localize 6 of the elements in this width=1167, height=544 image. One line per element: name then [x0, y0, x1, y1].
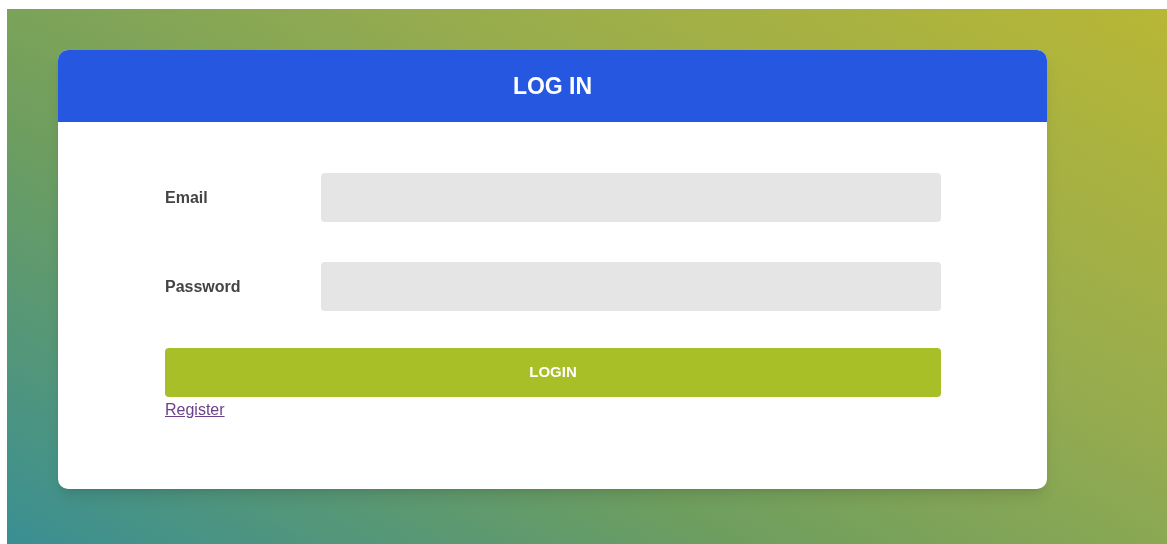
register-link[interactable]: Register: [165, 398, 225, 422]
field-label: Email: [165, 187, 209, 208]
input-field[interactable]: [321, 173, 941, 222]
input-field[interactable]: [321, 262, 941, 311]
card-title: LOG IN: [512, 71, 593, 101]
field-label: Password: [165, 276, 242, 297]
